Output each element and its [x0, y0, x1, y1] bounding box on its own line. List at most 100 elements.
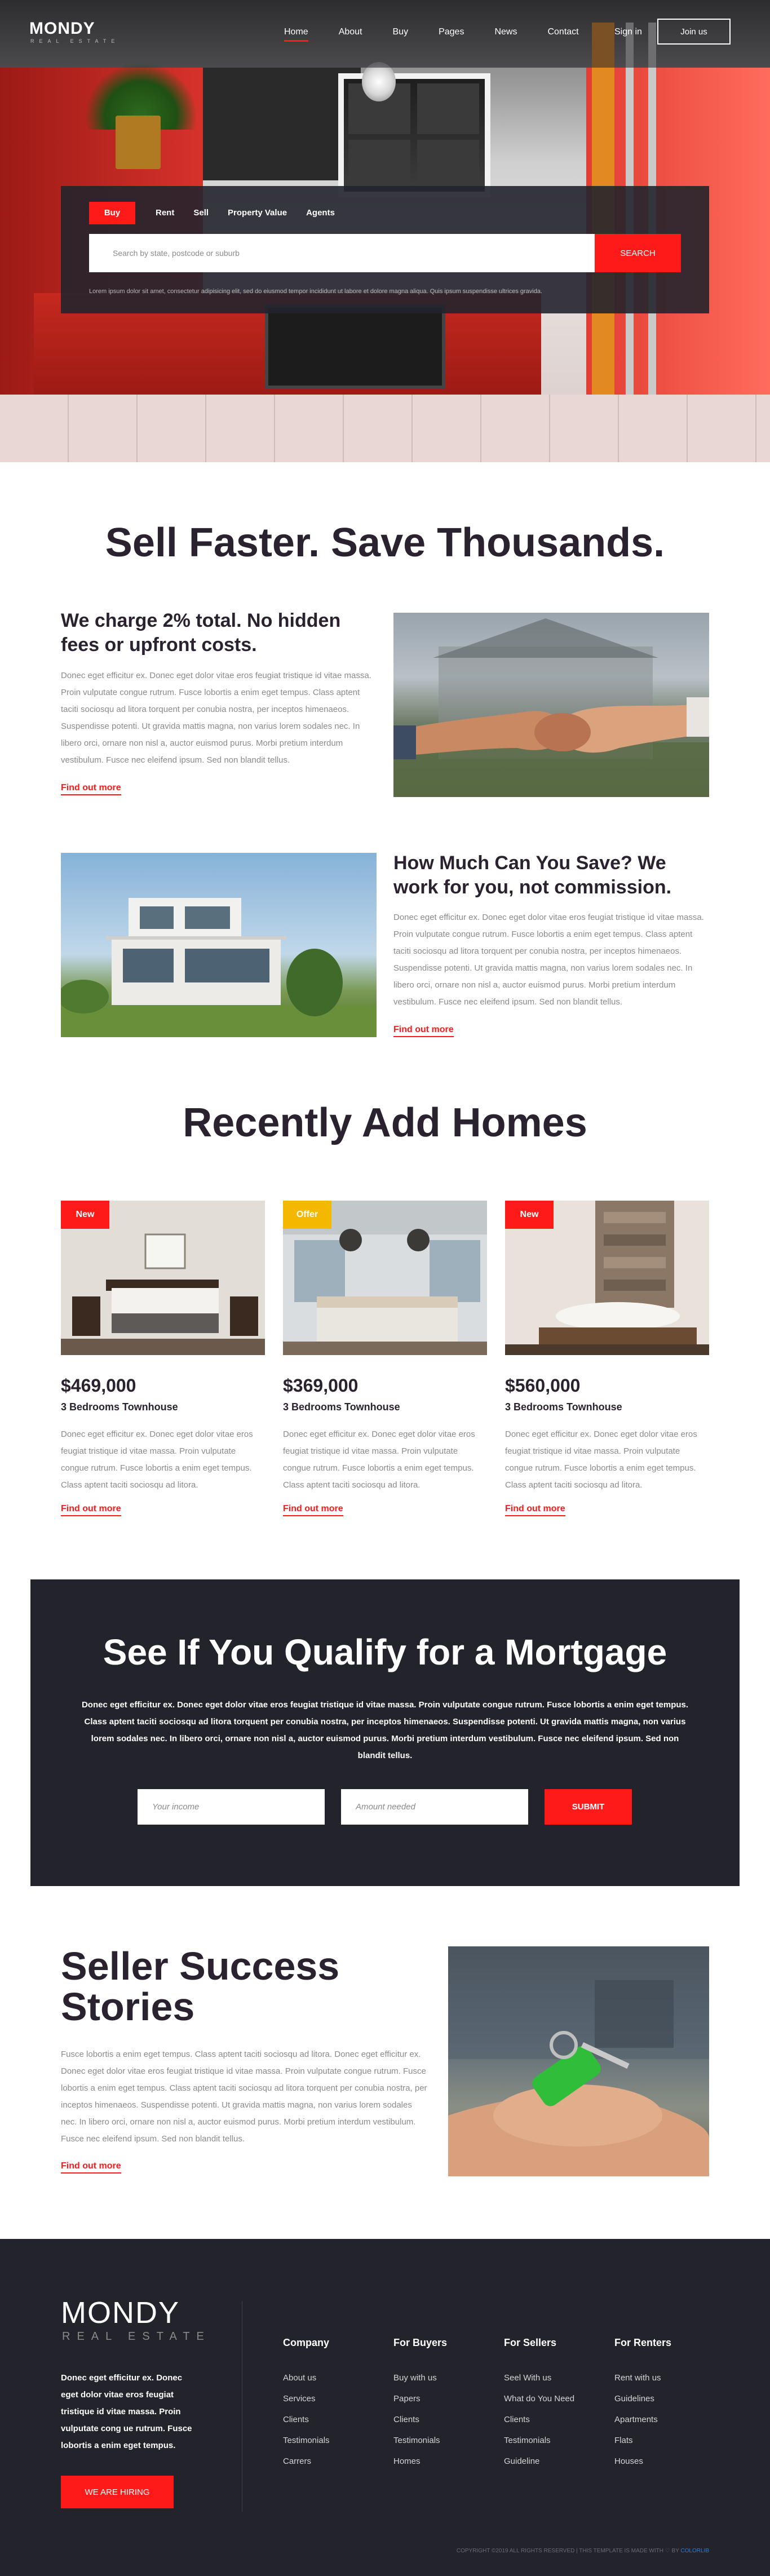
nav-home[interactable]: Home [284, 27, 308, 42]
tab-sell[interactable]: Sell [193, 202, 209, 224]
home-subtitle: 3 Bedrooms Townhouse [505, 1401, 622, 1413]
home-subtitle: 3 Bedrooms Townhouse [283, 1401, 400, 1413]
footer-description: Donec eget efficitur ex. Donec eget dolo… [61, 2373, 192, 2450]
footer-link[interactable]: About us [283, 2367, 330, 2388]
footer-link[interactable]: Papers [393, 2388, 440, 2409]
home-image[interactable]: Offer [283, 1201, 487, 1355]
nav-about[interactable]: About [339, 27, 362, 37]
footer-link[interactable]: Rent with us [614, 2367, 661, 2388]
footer-link[interactable]: Guideline [504, 2451, 574, 2472]
find-out-more-link[interactable]: Find out more [393, 1025, 454, 1037]
footer-link[interactable]: Carrers [283, 2451, 330, 2472]
home-price: $560,000 [505, 1375, 581, 1396]
copyright-text: COPYRIGHT ©2019 ALL RIGHTS RESERVED | TH… [456, 2548, 679, 2554]
footer-link[interactable]: Buy with us [393, 2367, 440, 2388]
home-price: $369,000 [283, 1375, 359, 1396]
feature-heading: How Much Can You Save? We work for you, … [393, 852, 672, 898]
hiring-button[interactable]: WE ARE HIRING [61, 2476, 174, 2508]
tab-rent[interactable]: Rent [156, 202, 174, 224]
pendant-lamp [362, 62, 396, 101]
footer-column-title: For Sellers [504, 2337, 557, 2348]
signin-link[interactable]: Sign in [614, 27, 642, 37]
homes-section-title: Recently Add Homes [183, 1100, 587, 1145]
home-description: Donec eget efficitur ex. Donec eget dolo… [505, 1429, 697, 1490]
hero-window [338, 73, 490, 197]
nav-pages[interactable]: Pages [439, 27, 464, 37]
sell-section-title: Sell Faster. Save Thousands. [105, 520, 665, 565]
top-navbar: MONDY REAL ESTATE Home About Buy Pages N… [0, 0, 770, 68]
tab-buy[interactable]: Buy [89, 202, 135, 224]
mortgage-text: Donec eget efficitur ex. Donec eget dolo… [81, 1700, 689, 1760]
footer-links-buyers: Buy with us Papers Clients Testimonials … [393, 2367, 440, 2472]
footer-column-title: For Buyers [393, 2337, 448, 2348]
footer-link[interactable]: Flats [614, 2430, 661, 2451]
search-tabs: Buy Rent Sell Property Value Agents [89, 202, 354, 224]
footer-link[interactable]: Houses [614, 2451, 661, 2472]
home-subtitle: 3 Bedrooms Townhouse [61, 1401, 178, 1413]
footer-links-sellers: Seel With us What do You Need Clients Te… [504, 2367, 574, 2472]
footer-link[interactable]: Clients [504, 2409, 574, 2430]
footer-logo-tagline: REAL ESTATE [62, 2330, 211, 2343]
home-price: $469,000 [61, 1375, 136, 1396]
find-out-more-link[interactable]: Find out more [61, 783, 121, 795]
main-menu: Home About Buy Pages News Contact [284, 27, 609, 42]
home-image[interactable]: New [505, 1201, 709, 1355]
handshake-image [393, 613, 709, 797]
hero-plant-pot [116, 116, 161, 169]
footer-links-renters: Rent with us Guidelines Apartments Flats… [614, 2367, 661, 2472]
find-out-more-link[interactable]: Find out more [61, 2161, 121, 2174]
home-description: Donec eget efficitur ex. Donec eget dolo… [61, 1429, 253, 1490]
credit-link[interactable]: COLORLIB [680, 2548, 709, 2554]
footer-link[interactable]: What do You Need [504, 2388, 574, 2409]
home-description: Donec eget efficitur ex. Donec eget dolo… [283, 1429, 475, 1490]
nav-contact[interactable]: Contact [547, 27, 578, 37]
search-button[interactable]: SEARCH [595, 234, 681, 272]
find-out-more-link[interactable]: Find out more [283, 1504, 343, 1516]
search-input[interactable] [89, 234, 595, 272]
success-title: Seller Success Stories [61, 1944, 340, 2029]
footer-link[interactable]: Clients [283, 2409, 330, 2430]
footer-link[interactable]: Services [283, 2388, 330, 2409]
status-badge: New [505, 1201, 554, 1229]
feature-text: Donec eget efficitur ex. Donec eget dolo… [61, 671, 371, 765]
footer-link[interactable]: Testimonials [283, 2430, 330, 2451]
tab-agents[interactable]: Agents [306, 202, 335, 224]
find-out-more-link[interactable]: Find out more [61, 1504, 121, 1516]
hero-floor [0, 395, 770, 462]
footer-link[interactable]: Testimonials [393, 2430, 440, 2451]
success-text: Fusce lobortis a enim eget tempus. Class… [61, 2050, 427, 2144]
brand-tagline: REAL ESTATE [30, 38, 120, 44]
footer-link[interactable]: Guidelines [614, 2388, 661, 2409]
home-image[interactable]: New [61, 1201, 265, 1355]
find-out-more-link[interactable]: Find out more [505, 1504, 565, 1516]
nav-news[interactable]: News [494, 27, 517, 37]
footer-link[interactable]: Clients [393, 2409, 440, 2430]
property-search-panel: Buy Rent Sell Property Value Agents SEAR… [61, 186, 709, 313]
footer-link[interactable]: Homes [393, 2451, 440, 2472]
modern-house-image [61, 853, 377, 1037]
house-keys-image [448, 1946, 709, 2176]
income-input[interactable] [138, 1789, 325, 1825]
submit-button[interactable]: SUBMIT [545, 1789, 632, 1825]
join-us-button[interactable]: Join us [657, 19, 731, 45]
footer-link[interactable]: Seel With us [504, 2367, 574, 2388]
feature-heading: We charge 2% total. No hidden fees or up… [61, 610, 341, 656]
brand-logo[interactable]: MONDY [29, 19, 95, 38]
footer-link[interactable]: Testimonials [504, 2430, 574, 2451]
nav-buy[interactable]: Buy [393, 27, 409, 37]
mortgage-section: See If You Qualify for a Mortgage Donec … [30, 1579, 740, 1886]
tab-property-value[interactable]: Property Value [228, 202, 287, 224]
amount-input[interactable] [341, 1789, 528, 1825]
copyright: COPYRIGHT ©2019 ALL RIGHTS RESERVED | TH… [0, 2548, 709, 2554]
footer-logo[interactable]: MONDY [61, 2295, 180, 2330]
status-badge: New [61, 1201, 109, 1229]
footer-link[interactable]: Apartments [614, 2409, 661, 2430]
footer-column-title: Company [283, 2337, 330, 2348]
mortgage-title: See If You Qualify for a Mortgage [103, 1632, 667, 1672]
search-note: Lorem ipsum dolor sit amet, consectetur … [89, 288, 543, 295]
footer-links-company: About us Services Clients Testimonials C… [283, 2367, 330, 2472]
status-badge: Offer [283, 1201, 331, 1229]
feature-text: Donec eget efficitur ex. Donec eget dolo… [393, 913, 704, 1007]
hero-oven [265, 304, 445, 389]
site-footer: MONDY REAL ESTATE Donec eget efficitur e… [0, 2239, 770, 2576]
